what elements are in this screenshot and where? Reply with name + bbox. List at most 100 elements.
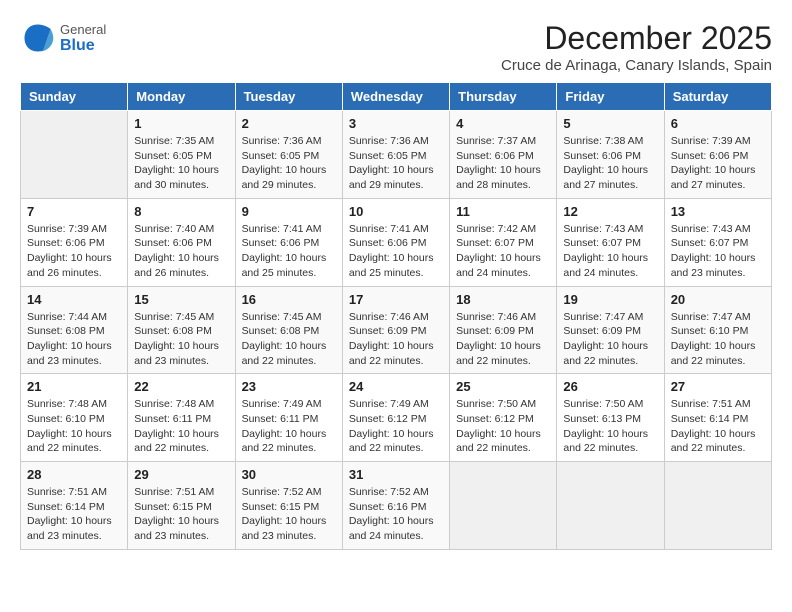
logo: General Blue [20, 20, 106, 56]
day-info: Sunrise: 7:49 AM Sunset: 6:11 PM Dayligh… [242, 397, 336, 456]
day-info: Sunrise: 7:49 AM Sunset: 6:12 PM Dayligh… [349, 397, 443, 456]
day-info: Sunrise: 7:52 AM Sunset: 6:15 PM Dayligh… [242, 485, 336, 544]
day-cell: 7 Sunrise: 7:39 AM Sunset: 6:06 PM Daylig… [21, 198, 128, 286]
day-cell: 30 Sunrise: 7:52 AM Sunset: 6:15 PM Dayli… [235, 462, 342, 550]
day-number: 1 [134, 116, 228, 131]
day-info: Sunrise: 7:51 AM Sunset: 6:14 PM Dayligh… [671, 397, 765, 456]
day-number: 24 [349, 379, 443, 394]
header-wednesday: Wednesday [342, 83, 449, 111]
day-number: 31 [349, 467, 443, 482]
day-info: Sunrise: 7:39 AM Sunset: 6:06 PM Dayligh… [671, 134, 765, 193]
day-number: 12 [563, 204, 657, 219]
day-number: 2 [242, 116, 336, 131]
location-title: Cruce de Arinaga, Canary Islands, Spain [501, 57, 772, 74]
logo-general-text: General [60, 22, 106, 37]
day-cell [664, 462, 771, 550]
month-title: December 2025 [501, 20, 772, 57]
day-number: 28 [27, 467, 121, 482]
day-info: Sunrise: 7:47 AM Sunset: 6:10 PM Dayligh… [671, 310, 765, 369]
day-cell: 17 Sunrise: 7:46 AM Sunset: 6:09 PM Dayli… [342, 286, 449, 374]
day-info: Sunrise: 7:43 AM Sunset: 6:07 PM Dayligh… [563, 222, 657, 281]
day-number: 8 [134, 204, 228, 219]
day-cell: 27Sunrise: 7:51 AM Sunset: 6:14 PM Dayli… [664, 374, 771, 462]
day-number: 30 [242, 467, 336, 482]
day-info: Sunrise: 7:36 AM Sunset: 6:05 PM Dayligh… [349, 134, 443, 193]
day-cell: 24 Sunrise: 7:49 AM Sunset: 6:12 PM Dayli… [342, 374, 449, 462]
day-cell: 6 Sunrise: 7:39 AM Sunset: 6:06 PM Daylig… [664, 111, 771, 199]
day-cell: 14Sunrise: 7:44 AM Sunset: 6:08 PM Dayli… [21, 286, 128, 374]
day-cell: 5 Sunrise: 7:38 AM Sunset: 6:06 PM Daylig… [557, 111, 664, 199]
day-number: 4 [456, 116, 550, 131]
day-info: Sunrise: 7:36 AM Sunset: 6:05 PM Dayligh… [242, 134, 336, 193]
page-header: General Blue December 2025 Cruce de Arin… [20, 20, 772, 74]
day-number: 6 [671, 116, 765, 131]
day-cell: 10 Sunrise: 7:41 AM Sunset: 6:06 PM Dayli… [342, 198, 449, 286]
day-number: 18 [456, 292, 550, 307]
day-cell: 11Sunrise: 7:42 AM Sunset: 6:07 PM Dayli… [450, 198, 557, 286]
calendar-table: SundayMondayTuesdayWednesdayThursdayFrid… [20, 82, 772, 550]
day-cell: 2 Sunrise: 7:36 AM Sunset: 6:05 PM Daylig… [235, 111, 342, 199]
day-info: Sunrise: 7:46 AM Sunset: 6:09 PM Dayligh… [456, 310, 550, 369]
day-info: Sunrise: 7:45 AM Sunset: 6:08 PM Dayligh… [134, 310, 228, 369]
day-cell: 18 Sunrise: 7:46 AM Sunset: 6:09 PM Dayli… [450, 286, 557, 374]
week-row-2: 7 Sunrise: 7:39 AM Sunset: 6:06 PM Daylig… [21, 198, 772, 286]
day-info: Sunrise: 7:35 AM Sunset: 6:05 PM Dayligh… [134, 134, 228, 193]
day-number: 17 [349, 292, 443, 307]
day-number: 22 [134, 379, 228, 394]
day-cell: 21 Sunrise: 7:48 AM Sunset: 6:10 PM Dayli… [21, 374, 128, 462]
day-info: Sunrise: 7:48 AM Sunset: 6:11 PM Dayligh… [134, 397, 228, 456]
day-cell [557, 462, 664, 550]
logo-text: General Blue [60, 22, 106, 55]
day-number: 7 [27, 204, 121, 219]
header-friday: Friday [557, 83, 664, 111]
week-row-3: 14Sunrise: 7:44 AM Sunset: 6:08 PM Dayli… [21, 286, 772, 374]
day-cell: 29 Sunrise: 7:51 AM Sunset: 6:15 PM Dayli… [128, 462, 235, 550]
day-info: Sunrise: 7:38 AM Sunset: 6:06 PM Dayligh… [563, 134, 657, 193]
day-number: 15 [134, 292, 228, 307]
day-cell: 12 Sunrise: 7:43 AM Sunset: 6:07 PM Dayli… [557, 198, 664, 286]
day-number: 13 [671, 204, 765, 219]
day-info: Sunrise: 7:50 AM Sunset: 6:13 PM Dayligh… [563, 397, 657, 456]
day-cell: 28Sunrise: 7:51 AM Sunset: 6:14 PM Dayli… [21, 462, 128, 550]
day-info: Sunrise: 7:52 AM Sunset: 6:16 PM Dayligh… [349, 485, 443, 544]
day-cell: 1 Sunrise: 7:35 AM Sunset: 6:05 PM Daylig… [128, 111, 235, 199]
week-row-5: 28Sunrise: 7:51 AM Sunset: 6:14 PM Dayli… [21, 462, 772, 550]
day-number: 25 [456, 379, 550, 394]
logo-blue-text: Blue [60, 37, 106, 55]
header-saturday: Saturday [664, 83, 771, 111]
day-number: 9 [242, 204, 336, 219]
day-info: Sunrise: 7:43 AM Sunset: 6:07 PM Dayligh… [671, 222, 765, 281]
day-info: Sunrise: 7:41 AM Sunset: 6:06 PM Dayligh… [349, 222, 443, 281]
day-cell: 22 Sunrise: 7:48 AM Sunset: 6:11 PM Dayli… [128, 374, 235, 462]
day-info: Sunrise: 7:41 AM Sunset: 6:06 PM Dayligh… [242, 222, 336, 281]
day-number: 3 [349, 116, 443, 131]
day-cell: 8Sunrise: 7:40 AM Sunset: 6:06 PM Daylig… [128, 198, 235, 286]
header-thursday: Thursday [450, 83, 557, 111]
title-section: December 2025 Cruce de Arinaga, Canary I… [501, 20, 772, 74]
day-info: Sunrise: 7:51 AM Sunset: 6:15 PM Dayligh… [134, 485, 228, 544]
day-info: Sunrise: 7:37 AM Sunset: 6:06 PM Dayligh… [456, 134, 550, 193]
day-cell: 25 Sunrise: 7:50 AM Sunset: 6:12 PM Dayli… [450, 374, 557, 462]
day-cell: 31 Sunrise: 7:52 AM Sunset: 6:16 PM Dayli… [342, 462, 449, 550]
day-info: Sunrise: 7:46 AM Sunset: 6:09 PM Dayligh… [349, 310, 443, 369]
day-info: Sunrise: 7:48 AM Sunset: 6:10 PM Dayligh… [27, 397, 121, 456]
logo-icon [20, 20, 56, 56]
day-number: 19 [563, 292, 657, 307]
header-monday: Monday [128, 83, 235, 111]
day-number: 5 [563, 116, 657, 131]
week-row-4: 21 Sunrise: 7:48 AM Sunset: 6:10 PM Dayli… [21, 374, 772, 462]
header-sunday: Sunday [21, 83, 128, 111]
day-number: 23 [242, 379, 336, 394]
day-number: 16 [242, 292, 336, 307]
week-row-1: 1 Sunrise: 7:35 AM Sunset: 6:05 PM Daylig… [21, 111, 772, 199]
day-info: Sunrise: 7:44 AM Sunset: 6:08 PM Dayligh… [27, 310, 121, 369]
day-number: 10 [349, 204, 443, 219]
day-info: Sunrise: 7:39 AM Sunset: 6:06 PM Dayligh… [27, 222, 121, 281]
day-cell: 20Sunrise: 7:47 AM Sunset: 6:10 PM Dayli… [664, 286, 771, 374]
day-cell [21, 111, 128, 199]
day-info: Sunrise: 7:42 AM Sunset: 6:07 PM Dayligh… [456, 222, 550, 281]
day-number: 21 [27, 379, 121, 394]
day-info: Sunrise: 7:50 AM Sunset: 6:12 PM Dayligh… [456, 397, 550, 456]
day-number: 29 [134, 467, 228, 482]
day-cell: 13 Sunrise: 7:43 AM Sunset: 6:07 PM Dayli… [664, 198, 771, 286]
